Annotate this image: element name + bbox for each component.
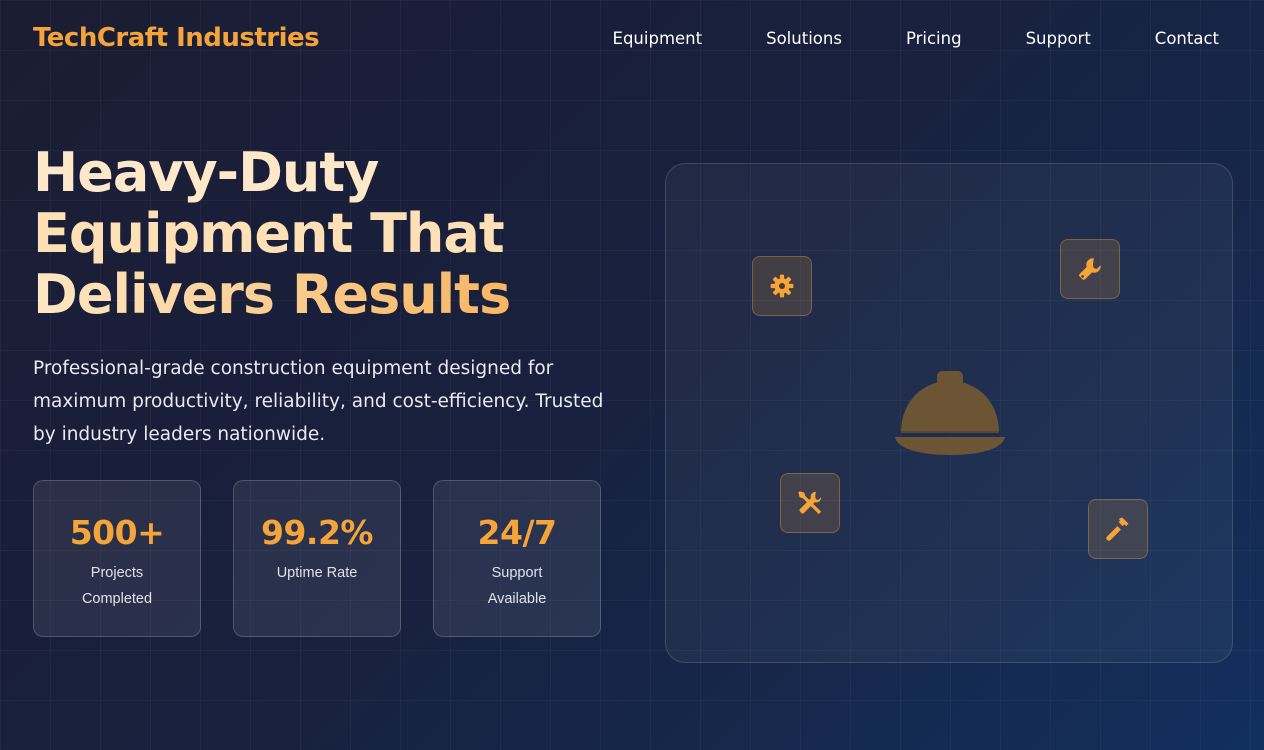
gear-icon	[752, 256, 812, 316]
hero-description: Professional-grade construction equipmen…	[33, 358, 604, 445]
hero-title-line-2: Equipment That	[33, 202, 505, 265]
nav-link-solutions[interactable]: Solutions	[766, 29, 842, 48]
hero-title: Heavy-Duty Equipment That Delivers Resul…	[33, 142, 613, 325]
stat-card-uptime: 99.2% Uptime Rate	[233, 480, 401, 637]
hero-illustration-panel	[665, 163, 1233, 663]
hammer-icon	[1088, 499, 1148, 559]
site-header: TechCraft Industries Equipment Solutions…	[0, 0, 1264, 76]
tools-icon	[780, 473, 840, 533]
hero-title-line-1: Heavy-Duty	[33, 141, 379, 204]
nav-link-equipment[interactable]: Equipment	[613, 29, 703, 48]
nav-link-pricing[interactable]: Pricing	[906, 29, 962, 48]
hard-hat-icon	[895, 371, 1005, 462]
brand-logo[interactable]: TechCraft Industries	[33, 23, 320, 53]
stat-value: 99.2%	[261, 513, 374, 552]
nav-link-contact[interactable]: Contact	[1155, 29, 1219, 48]
stat-value: 24/7	[477, 513, 557, 552]
nav-link-support[interactable]: Support	[1026, 29, 1091, 48]
stats-row: 500+ Projects Completed 99.2% Uptime Rat…	[33, 480, 633, 637]
stat-card-projects: 500+ Projects Completed	[33, 480, 201, 637]
hero-title-line-3: Delivers Results	[33, 264, 613, 325]
main-nav: Equipment Solutions Pricing Support Cont…	[549, 29, 1219, 48]
stat-label: Projects Completed	[81, 565, 153, 607]
stat-label: Uptime Rate	[276, 565, 358, 581]
wrench-icon	[1060, 239, 1120, 299]
stat-card-support: 24/7 Support Available	[433, 480, 601, 637]
stat-label: Support Available	[487, 565, 547, 607]
stat-value: 500+	[69, 513, 165, 552]
